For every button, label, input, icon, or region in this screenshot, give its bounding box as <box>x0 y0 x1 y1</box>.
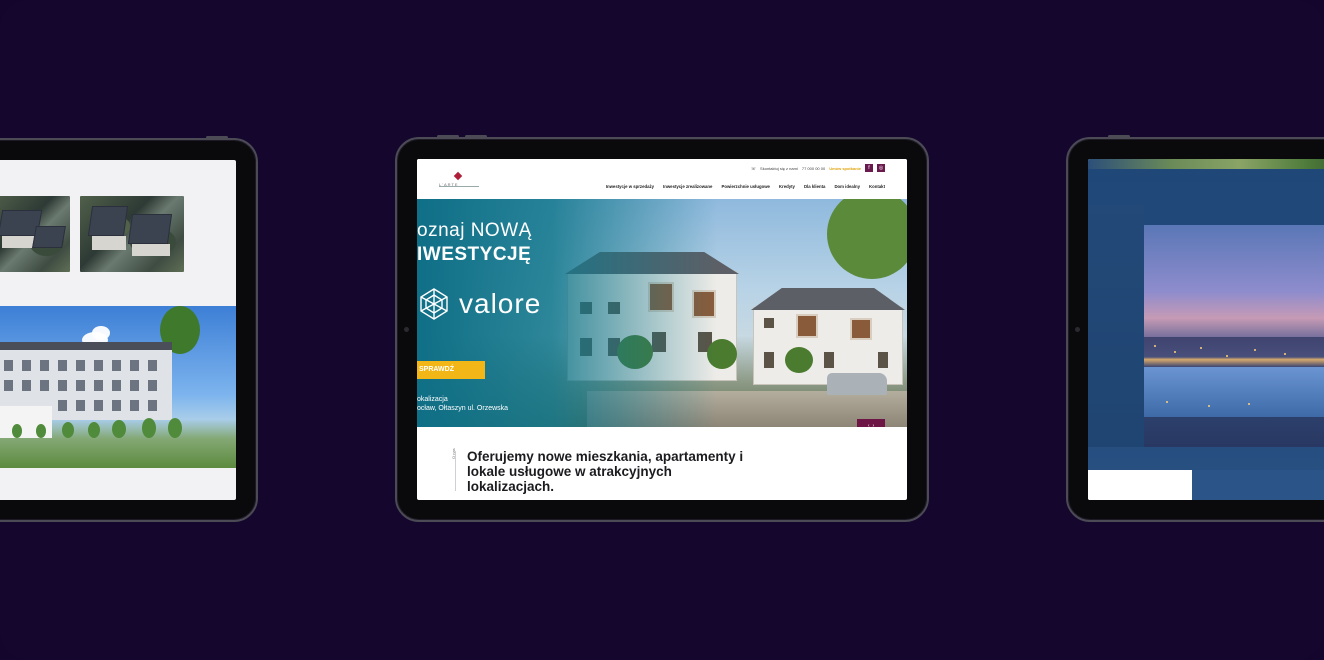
slider-controls[interactable]: ‹ › <box>857 419 885 427</box>
tablet-left-screen <box>0 160 236 500</box>
chevron-left-icon[interactable]: ‹ <box>868 423 870 427</box>
aerial-photo-2[interactable] <box>80 196 184 272</box>
tablet-camera <box>404 327 409 332</box>
nav-item[interactable]: Kredyty <box>779 184 795 189</box>
valore-logo[interactable]: valore <box>417 287 541 321</box>
section-label: O nas <box>451 448 456 459</box>
nav-item[interactable]: Inwestycje w sprzedaży <box>606 184 654 189</box>
valore-star-icon <box>417 287 451 321</box>
chevron-right-icon[interactable]: › <box>873 423 875 427</box>
lead-heading: Oferujemy nowe mieszkania, apartamenty i… <box>467 449 744 494</box>
main-nav: Inwestycje w sprzedaży Inwestycje zreali… <box>606 184 885 189</box>
instagram-icon[interactable]: ◎ <box>877 164 885 172</box>
tablet-button <box>206 136 228 139</box>
hero-cta-button[interactable]: SPRAWDŹ <box>417 361 485 379</box>
nav-item[interactable]: Dla klienta <box>804 184 826 189</box>
tablet-center: L'ARTE ☏ Skontaktuj się z nami 77 000 00… <box>395 135 929 522</box>
site-logo[interactable]: L'ARTE <box>439 171 479 187</box>
tablet-right <box>1066 135 1324 522</box>
panel-overlay <box>1088 205 1144 447</box>
tablet-right-screen <box>1088 159 1324 500</box>
aerial-photo-1[interactable] <box>0 196 70 272</box>
tablet-button <box>437 135 459 138</box>
site-header: L'ARTE ☏ Skontaktuj się z nami 77 000 00… <box>417 159 907 199</box>
tablet-left <box>0 136 258 522</box>
tablet-button <box>465 135 487 138</box>
blue-footer-panel <box>1192 470 1324 500</box>
hero-banner: oznaj NOWĄ IWESTYCJĘ valore SPRAWDŹ okal… <box>417 199 907 427</box>
hero-location: okalizacja ocław, Ołtaszyn ul. Orzewska <box>417 396 509 412</box>
tablet-camera <box>1075 327 1080 332</box>
city-night-photo[interactable] <box>1144 225 1324 447</box>
phone-icon: ☏ <box>751 165 757 171</box>
showcase-stage: L'ARTE ☏ Skontaktuj się z nami 77 000 00… <box>0 0 1324 660</box>
topbar: ☏ Skontaktuj się z nami 77 000 00 00 Umó… <box>751 164 885 172</box>
white-panel <box>1088 470 1192 500</box>
nav-item[interactable]: Inwestycje zrealizowane <box>663 184 712 189</box>
topbar-phone[interactable]: 77 000 00 00 <box>802 166 825 171</box>
nav-item[interactable]: Dom idealny <box>834 184 860 189</box>
topbar-highlight[interactable]: Umów spotkanie <box>829 166 861 171</box>
facebook-icon[interactable]: f <box>865 164 873 172</box>
logo-mark-icon <box>453 171 463 181</box>
apartment-render-photo[interactable] <box>0 306 236 468</box>
hero-title: oznaj NOWĄ IWESTYCJĘ <box>417 220 532 265</box>
nav-item[interactable]: Powierzchnie usługowe <box>721 184 769 189</box>
topbar-contact[interactable]: Skontaktuj się z nami <box>760 166 798 171</box>
tablet-button <box>1108 135 1130 138</box>
website-screen: L'ARTE ☏ Skontaktuj się z nami 77 000 00… <box>417 159 907 500</box>
nav-item[interactable]: Kontakt <box>869 184 885 189</box>
